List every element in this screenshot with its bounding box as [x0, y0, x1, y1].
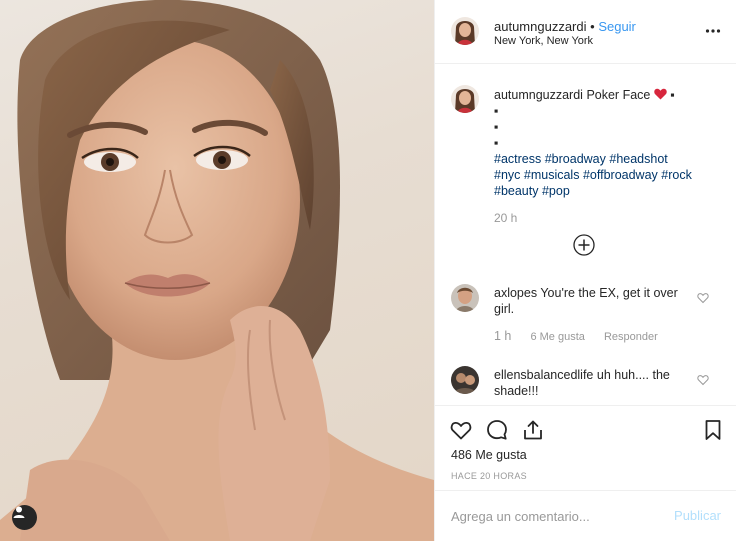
instagram-post: autumnguzzardi • Seguir New York, New Yo… — [0, 0, 736, 541]
comment-input[interactable] — [451, 507, 666, 525]
hashtag[interactable]: #beauty — [494, 184, 538, 198]
posted-time[interactable]: HACE 20 HORAS — [451, 471, 527, 481]
load-more-comments-icon[interactable] — [573, 234, 595, 256]
bookmark-icon[interactable] — [701, 418, 725, 442]
caption-username[interactable]: autumnguzzardi — [494, 88, 583, 102]
comment: ellensbalancedlife uh huh.... the shade!… — [494, 367, 694, 399]
tagged-users-button[interactable] — [12, 505, 37, 530]
heart-emoji — [654, 88, 670, 102]
post-comment-button[interactable]: Publicar — [674, 508, 721, 523]
hashtag[interactable]: #nyc — [494, 168, 520, 182]
ellipsis-icon[interactable] — [705, 26, 721, 36]
avatar-image — [451, 85, 479, 113]
like-icon[interactable] — [449, 418, 473, 442]
caption-bullet: ▪︎ — [670, 88, 675, 102]
location-link[interactable]: New York, New York — [494, 35, 593, 47]
comment-username[interactable]: ellensbalancedlife — [494, 368, 593, 382]
heart-outline-icon[interactable] — [697, 292, 709, 304]
comment-meta: 1 h 6 Me gusta Responder — [494, 329, 674, 343]
reply-button[interactable]: Responder — [604, 331, 658, 343]
follow-button[interactable]: Seguir — [598, 19, 636, 34]
avatar[interactable] — [451, 17, 479, 45]
comments-list[interactable]: autumnguzzardi Poker Face ▪︎ ▪︎ ▪︎ ▪︎ #a… — [435, 65, 736, 405]
caption-bullet: ▪︎ — [494, 104, 499, 118]
add-comment-bar: Publicar — [435, 491, 736, 541]
header-user-line: autumnguzzardi • Seguir — [494, 19, 636, 34]
hashtag[interactable]: #pop — [542, 184, 570, 198]
avatar-image — [451, 284, 479, 312]
caption-time[interactable]: 20 h — [494, 211, 517, 225]
hashtag[interactable]: #offbroadway — [583, 168, 658, 182]
person-icon — [13, 506, 25, 518]
comment-username[interactable]: axlopes — [494, 286, 537, 300]
caption-bullet: ▪︎ — [494, 136, 499, 150]
comment-time[interactable]: 1 h — [494, 329, 511, 343]
avatar-image — [451, 366, 479, 394]
comment-icon[interactable] — [485, 418, 509, 442]
portrait-image — [0, 0, 434, 541]
post-photo[interactable] — [0, 0, 434, 541]
hashtag[interactable]: #headshot — [609, 152, 667, 166]
hashtag[interactable]: #musicals — [524, 168, 580, 182]
share-icon[interactable] — [521, 418, 545, 442]
heart-outline-icon[interactable] — [697, 374, 709, 386]
header-separator: • — [590, 19, 595, 34]
post-actions: 486 Me gusta HACE 20 HORAS — [435, 405, 736, 491]
avatar[interactable] — [451, 366, 479, 394]
post-header: autumnguzzardi • Seguir New York, New Yo… — [435, 0, 736, 64]
avatar-image — [451, 17, 479, 45]
likes-count[interactable]: 486 Me gusta — [451, 448, 527, 462]
hashtag[interactable]: #actress — [494, 152, 541, 166]
post-side-panel: autumnguzzardi • Seguir New York, New Yo… — [434, 0, 736, 541]
heart-emoji-icon — [654, 88, 667, 100]
comment-likes[interactable]: 6 Me gusta — [530, 331, 584, 343]
caption: autumnguzzardi Poker Face ▪︎ ▪︎ ▪︎ ▪︎ #a… — [494, 87, 724, 199]
caption-text: Poker Face — [586, 88, 651, 102]
hashtag[interactable]: #broadway — [545, 152, 606, 166]
hashtag[interactable]: #rock — [661, 168, 692, 182]
avatar[interactable] — [451, 284, 479, 312]
caption-bullet: ▪︎ — [494, 120, 499, 134]
avatar[interactable] — [451, 85, 479, 113]
comment: axlopes You're the EX, get it over girl. — [494, 285, 694, 317]
header-username[interactable]: autumnguzzardi — [494, 19, 587, 34]
